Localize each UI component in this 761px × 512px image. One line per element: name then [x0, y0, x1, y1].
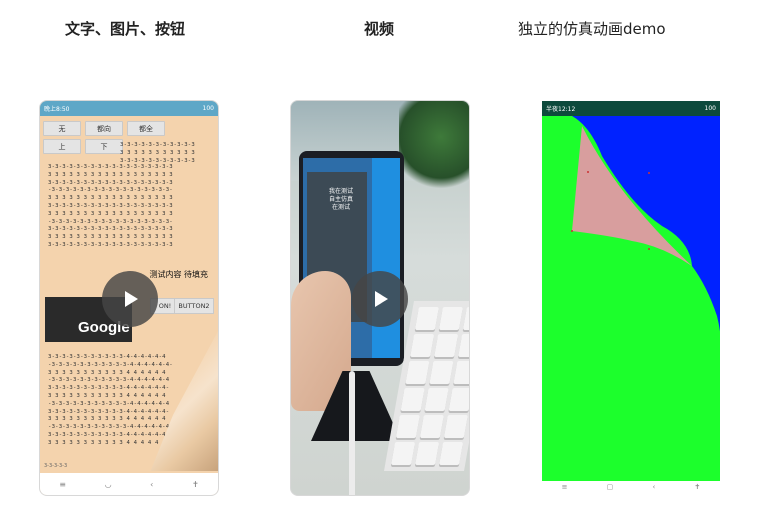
- fold-point: [571, 230, 573, 232]
- phone-preview-text-images-buttons: 晚上8:50 100 无 都向 都全 上 下 3-3-3-3-3-3-3-3-3…: [39, 100, 219, 496]
- fold-point: [587, 171, 589, 173]
- fold-point: [648, 248, 650, 250]
- menu-icon[interactable]: ≡: [59, 480, 66, 489]
- filler-text-top-right: 3-3-3-3-3-3-3-3-3-3-3 3 3 3 3 3 3 3 3 3 …: [120, 142, 195, 164]
- status-time: 半夜12:12: [546, 106, 576, 113]
- top-button-3[interactable]: 都全: [127, 121, 165, 136]
- status-time: 晚上8:50: [44, 106, 70, 113]
- heading-text-images-buttons: 文字、图片、按钮: [65, 20, 186, 38]
- play-icon: [375, 291, 388, 307]
- phone-preview-video: 我在测试 自主仿真 在测试: [290, 100, 470, 496]
- heading-video: 视频: [364, 20, 395, 38]
- home-icon[interactable]: ◡: [105, 480, 112, 489]
- status-bar: 晚上8:50 100: [40, 101, 218, 116]
- footer-text: 3-3-3-3-3: [44, 463, 68, 469]
- placeholder-label: 测试内容 待填充: [149, 270, 208, 279]
- status-bar: 半夜12:12 100: [542, 101, 720, 116]
- heading-demo: 独立的仿真动画demo: [518, 20, 666, 38]
- top-button-2[interactable]: 都向: [85, 121, 123, 136]
- status-battery: 100: [202, 105, 214, 112]
- accessibility-icon[interactable]: ✝: [192, 480, 199, 489]
- play-icon: [125, 291, 138, 307]
- phone1-nav-bar: ≡ ◡ ‹ ✝: [40, 473, 218, 495]
- video-plant: [399, 101, 469, 191]
- down-button[interactable]: 下: [85, 139, 123, 154]
- phone-preview-demo: 半夜12:12 100 ≡ ▢ ‹ ✝: [541, 100, 721, 496]
- back-icon[interactable]: ‹: [150, 480, 153, 489]
- filler-text-bottom: 3-3-3-3-3-3-3-3-3-3-3-4-4-4-4-4-4 -3-3-3…: [48, 354, 173, 446]
- page-curl-svg: [542, 116, 720, 481]
- phone3-nav-bar: ≡ ▢ ‹ ✝: [542, 479, 720, 495]
- menu-icon[interactable]: ≡: [562, 483, 568, 491]
- up-button[interactable]: 上: [43, 139, 81, 154]
- status-battery: 100: [704, 105, 716, 112]
- back-icon[interactable]: ‹: [653, 483, 656, 491]
- home-icon[interactable]: ▢: [607, 483, 614, 491]
- video-cable: [349, 371, 355, 495]
- top-button-1[interactable]: 无: [43, 121, 81, 136]
- video-screen-text: 我在测试 自主仿真 在测试: [328, 188, 353, 211]
- button2[interactable]: BUTTON2: [174, 298, 214, 314]
- fold-point: [648, 172, 650, 174]
- play-button[interactable]: [102, 271, 158, 327]
- play-button[interactable]: [352, 271, 408, 327]
- accessibility-icon[interactable]: ✝: [695, 483, 701, 491]
- filler-text-top: 3-3-3-3-3-3-3-3-3-3-3-3-3-3-3-3-3-3 3 3 …: [48, 164, 173, 248]
- page-curl-scene[interactable]: [542, 116, 720, 481]
